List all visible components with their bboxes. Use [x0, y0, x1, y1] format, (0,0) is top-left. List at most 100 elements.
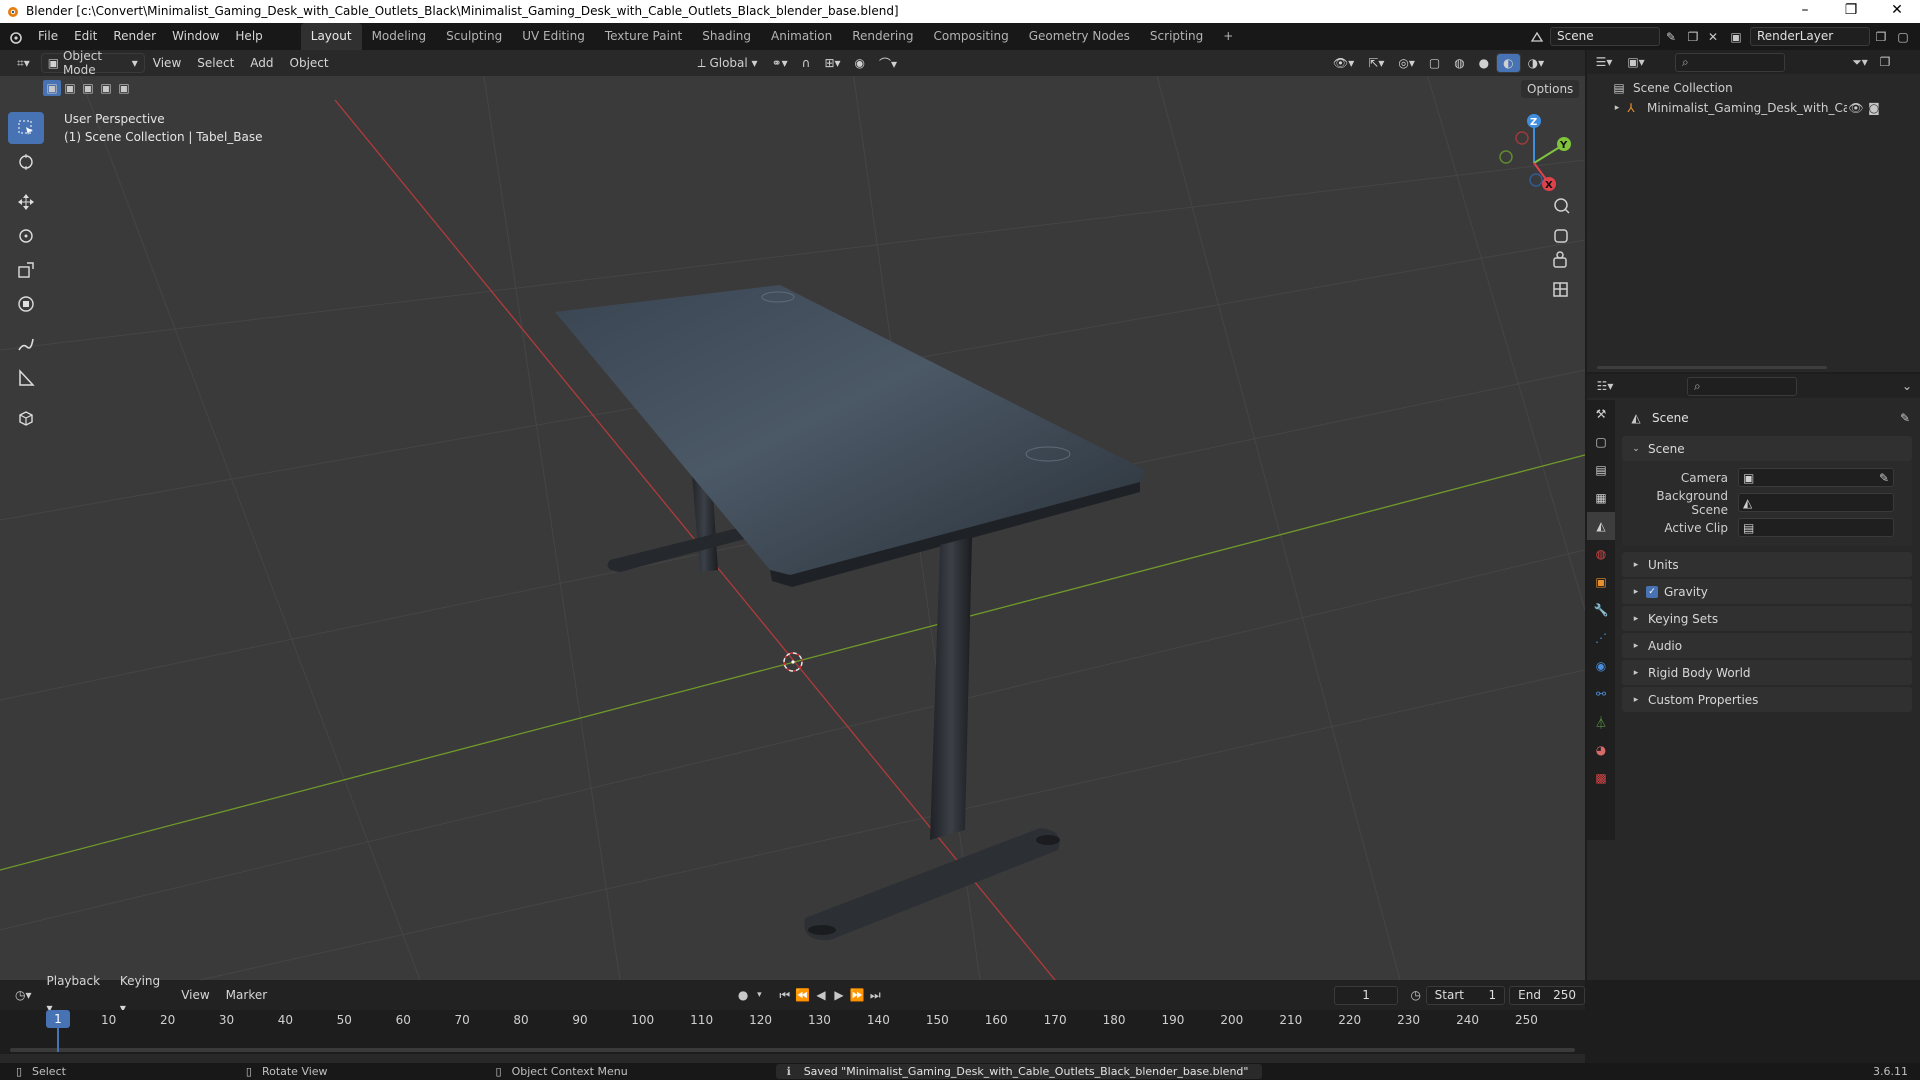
- start-frame-field[interactable]: Start 1: [1425, 985, 1506, 1005]
- panel-rigid-body-world[interactable]: ▸ Rigid Body World: [1622, 660, 1912, 685]
- panel-audio[interactable]: ▸ Audio: [1622, 633, 1912, 658]
- status-report[interactable]: ℹ Saved "Minimalist_Gaming_Desk_with_Cabl…: [775, 1064, 1263, 1079]
- snap-magnet-icon[interactable]: ∩: [795, 53, 818, 73]
- delete-renderlayer-icon[interactable]: ▢: [1892, 30, 1914, 44]
- render-camera-icon[interactable]: ◙: [1865, 101, 1883, 115]
- wireframe-shading-icon[interactable]: ◍: [1447, 53, 1471, 73]
- eyedropper-icon[interactable]: ✎: [1879, 471, 1889, 485]
- material-shading-icon[interactable]: ◐: [1496, 53, 1521, 73]
- new-collection-icon[interactable]: ❐: [1875, 55, 1895, 69]
- falloff-icon[interactable]: ⌒▾: [872, 53, 904, 73]
- display-mode-icon[interactable]: ▣▾: [1621, 55, 1651, 69]
- menu-file[interactable]: File: [30, 23, 66, 50]
- panel-keying-sets[interactable]: ▸ Keying Sets: [1622, 606, 1912, 631]
- snap-target-icon[interactable]: ⊞▾: [817, 53, 847, 73]
- select-new-icon[interactable]: ▣: [43, 80, 61, 96]
- minimize-button[interactable]: –: [1790, 2, 1820, 18]
- jump-keyframe-back-icon[interactable]: ⏪: [794, 988, 812, 1002]
- editor-type-icon[interactable]: ⌗▾: [10, 53, 37, 73]
- ortho-grid-icon[interactable]: [1553, 282, 1568, 297]
- tab-render-icon[interactable]: ▢: [1587, 428, 1615, 456]
- add-workspace-button[interactable]: +: [1213, 23, 1243, 50]
- background-scene-field[interactable]: ◭: [1738, 493, 1894, 512]
- tab-sculpting[interactable]: Sculpting: [436, 23, 512, 50]
- pin-icon[interactable]: ✎: [1660, 30, 1682, 44]
- zoom-icon[interactable]: [1554, 198, 1570, 214]
- scale-tool[interactable]: [8, 254, 44, 286]
- xray-icon[interactable]: ▢: [1422, 53, 1447, 73]
- play-icon[interactable]: ▶: [830, 988, 848, 1002]
- options-dropdown[interactable]: Options: [1520, 79, 1581, 99]
- properties-options-chevron-icon[interactable]: ⌄: [1897, 379, 1917, 393]
- panel-units[interactable]: ▸ Units: [1622, 552, 1912, 577]
- cursor-tool[interactable]: [8, 146, 44, 178]
- tab-modeling[interactable]: Modeling: [362, 23, 437, 50]
- pin-properties-icon[interactable]: ✎: [1900, 411, 1910, 425]
- gravity-checkbox[interactable]: ✓: [1646, 585, 1658, 598]
- auto-keying-record-icon[interactable]: ●: [733, 988, 753, 1002]
- select-invert-icon[interactable]: ▣: [97, 80, 115, 96]
- pivot-point-icon[interactable]: ⚭▾: [765, 53, 795, 73]
- preview-range-clock-icon[interactable]: ◷: [1406, 988, 1426, 1002]
- tab-output-icon[interactable]: ▤: [1587, 456, 1615, 484]
- active-clip-field[interactable]: ▤: [1738, 518, 1894, 537]
- outliner-editor-type-icon[interactable]: ☰▾: [1587, 55, 1621, 69]
- blender-menu-icon[interactable]: [0, 30, 30, 44]
- panel-gravity[interactable]: ▸ ✓ Gravity: [1622, 579, 1912, 604]
- scene-field[interactable]: Scene: [1550, 27, 1660, 46]
- select-box-tool[interactable]: [8, 112, 44, 144]
- menu-help[interactable]: Help: [227, 23, 270, 50]
- end-frame-field[interactable]: End 250: [1509, 985, 1586, 1005]
- desk-model[interactable]: [555, 285, 1145, 941]
- pan-hand-icon[interactable]: [1554, 229, 1568, 243]
- tab-material-icon[interactable]: ◕: [1587, 736, 1615, 764]
- transform-tool[interactable]: [8, 288, 44, 320]
- timeline-editor-type-icon[interactable]: ◷▾: [8, 985, 39, 1005]
- jump-keyframe-forward-icon[interactable]: ⏩: [848, 988, 866, 1002]
- tab-scripting[interactable]: Scripting: [1140, 23, 1213, 50]
- timeline-menu-view[interactable]: View: [173, 982, 217, 1009]
- select-extend-icon[interactable]: ▣: [61, 80, 79, 96]
- current-frame-field[interactable]: 1: [1334, 985, 1398, 1005]
- viewport-menu-add[interactable]: Add: [242, 50, 281, 77]
- timeline-scrollbar[interactable]: [10, 1048, 1575, 1052]
- navigation-gizmo[interactable]: Z Y X: [1499, 114, 1571, 191]
- tab-particles-icon[interactable]: ⋰: [1587, 624, 1615, 652]
- select-intersect-icon[interactable]: ▣: [115, 80, 133, 96]
- play-reverse-icon[interactable]: ◀: [812, 988, 830, 1002]
- filter-icon[interactable]: ⏷▾: [1845, 55, 1875, 70]
- panel-custom-properties[interactable]: ▸ Custom Properties: [1622, 687, 1912, 712]
- tab-animation[interactable]: Animation: [761, 23, 842, 50]
- tab-tool-icon[interactable]: ⚒: [1587, 400, 1615, 428]
- tab-shading[interactable]: Shading: [692, 23, 761, 50]
- move-tool[interactable]: [8, 186, 44, 218]
- proportional-edit-icon[interactable]: ◉: [848, 53, 872, 73]
- timeline-menu-marker[interactable]: Marker: [218, 982, 275, 1009]
- 3d-viewport[interactable]: Z Y X: [0, 50, 1585, 980]
- tab-texture-paint[interactable]: Texture Paint: [595, 23, 692, 50]
- tab-layout[interactable]: Layout: [300, 23, 362, 50]
- properties-editor-type-icon[interactable]: ☷▾: [1587, 379, 1623, 393]
- tab-geometry-nodes[interactable]: Geometry Nodes: [1019, 23, 1140, 50]
- outliner-scrollbar[interactable]: [1597, 366, 1827, 369]
- select-subtract-icon[interactable]: ▣: [79, 80, 97, 96]
- properties-search-input[interactable]: ⌕: [1687, 376, 1797, 396]
- playhead-frame-indicator[interactable]: 1: [46, 1010, 70, 1028]
- annotate-tool[interactable]: [8, 328, 44, 360]
- renderlayer-browse-icon[interactable]: ▣: [1722, 30, 1750, 44]
- jump-start-icon[interactable]: ⏮: [776, 988, 794, 1003]
- outliner-row-scene-collection[interactable]: ▤ Scene Collection: [1587, 78, 1920, 98]
- tab-uv-editing[interactable]: UV Editing: [512, 23, 595, 50]
- new-renderlayer-icon[interactable]: ❐: [1870, 30, 1892, 44]
- solid-shading-icon[interactable]: ●: [1472, 53, 1496, 73]
- tab-data-icon[interactable]: ⏃: [1587, 708, 1615, 736]
- menu-window[interactable]: Window: [164, 23, 227, 50]
- outliner-search-input[interactable]: ⌕: [1675, 52, 1785, 72]
- menu-edit[interactable]: Edit: [66, 23, 105, 50]
- viewport-menu-object[interactable]: Object: [282, 50, 337, 77]
- overlay-toggle-icon[interactable]: ◎▾: [1391, 53, 1422, 73]
- viewport-menu-select[interactable]: Select: [189, 50, 242, 77]
- eye-visibility-icon[interactable]: 👁: [1847, 101, 1865, 115]
- tab-object-icon[interactable]: ▣: [1587, 568, 1615, 596]
- tab-physics-icon[interactable]: ◉: [1587, 652, 1615, 680]
